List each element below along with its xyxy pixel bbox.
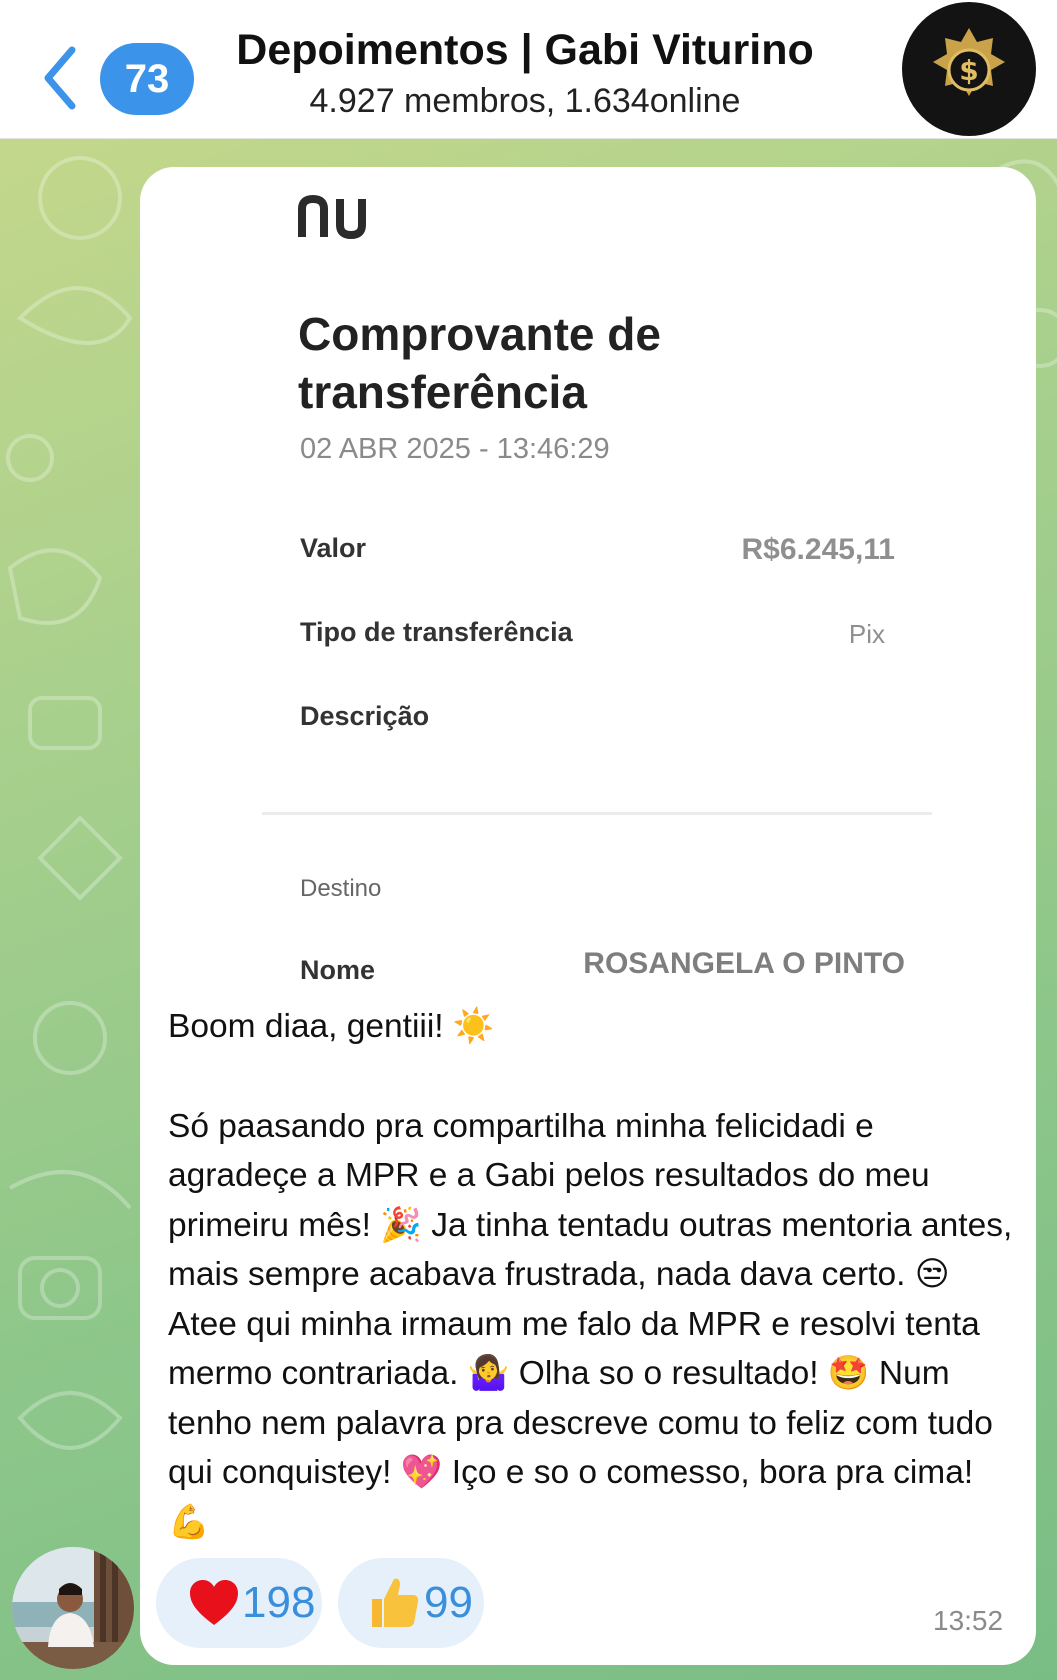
reaction-heart-count: 198 (242, 1578, 316, 1627)
message-timestamp: 13:52 (933, 1605, 1004, 1636)
chat-member-count: 4.927 membros, 1.634online (309, 82, 741, 120)
channel-avatar[interactable]: $ (902, 2, 1036, 136)
reaction-thumbs-up-count: 99 (424, 1578, 473, 1627)
message-body: Só paasando pra compartilha minha felici… (168, 1107, 1013, 1541)
receipt-section-destino: Destino (300, 875, 382, 902)
svg-text:$: $ (959, 54, 978, 87)
message-greeting: Boom diaa, gentiii! ☀️ (168, 1008, 495, 1045)
nu-logo-icon (298, 194, 366, 240)
receipt-datetime: 02 ABR 2025 - 13:46:29 (300, 433, 610, 465)
receipt-label-tipo: Tipo de transferência (300, 617, 573, 647)
heart-icon (190, 1580, 238, 1625)
receipt-value-valor: R$6.245,11 (741, 533, 895, 566)
sender-avatar[interactable] (12, 1547, 134, 1669)
thumbs-up-icon (372, 1578, 419, 1627)
reaction-heart[interactable]: 198 (156, 1558, 322, 1648)
chevron-left-icon[interactable] (38, 44, 82, 112)
receipt-label-valor: Valor (300, 533, 367, 563)
receipt-title: Comprovante de transferência (298, 308, 661, 418)
receipt-value-tipo: Pix (848, 619, 885, 649)
receipt-divider (262, 812, 932, 815)
receipt-image[interactable]: Comprovante de transferência 02 ABR 2025… (140, 167, 1036, 987)
message-text: Boom diaa, gentiii! ☀️ Só paasando pra c… (168, 1002, 1018, 1547)
receipt-label-nome: Nome (300, 955, 376, 985)
receipt-value-nome: ROSANGELA O PINTO (583, 947, 905, 980)
unread-count-badge[interactable]: 73 (100, 43, 194, 115)
chat-title[interactable]: Depoimentos | Gabi Viturino (200, 26, 850, 75)
nubank-logo (296, 194, 374, 244)
reaction-thumbs-up[interactable]: 99 (338, 1558, 484, 1648)
sender-photo (12, 1547, 134, 1669)
receipt-label-descricao: Descrição (300, 701, 430, 731)
message-bubble[interactable]: Comprovante de transferência 02 ABR 2025… (140, 167, 1036, 1665)
chat-header: 73 Depoimentos | Gabi Viturino 4.927 mem… (0, 0, 1057, 139)
gold-dollar-emblem-icon: $ (933, 28, 1005, 96)
